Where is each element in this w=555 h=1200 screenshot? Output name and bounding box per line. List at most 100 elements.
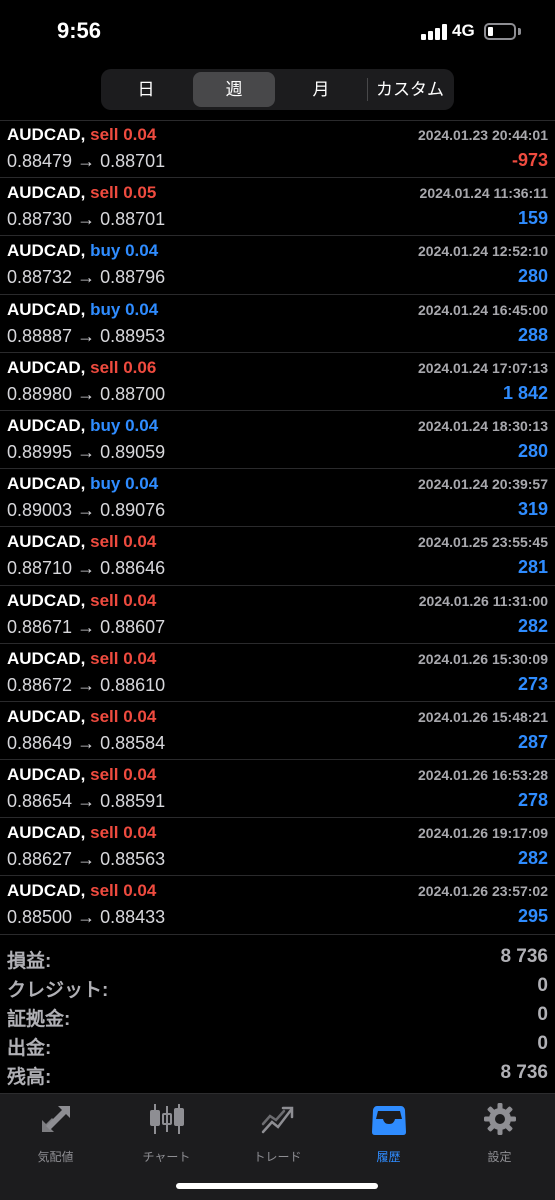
trade-header: AUDCAD, sell 0.06 <box>7 358 156 378</box>
trade-history-list: AUDCAD, sell 0.04 0.88479 → 0.88701 2024.0… <box>0 120 555 935</box>
open-price: 0.88479 <box>7 151 73 171</box>
open-price: 0.88627 <box>7 849 73 870</box>
trade-profit: 282 <box>517 615 548 636</box>
open-price: 0.88995 <box>7 441 73 462</box>
trade-row[interactable]: AUDCAD, sell 0.05 0.88730 → 0.88701 2024.0… <box>0 178 555 237</box>
close-price: 0.88796 <box>100 267 166 288</box>
trade-prices: 0.88995 → 0.89059 <box>7 442 165 463</box>
trade-row[interactable]: AUDCAD, buy 0.04 0.88995 → 0.89059 2024.01… <box>0 411 555 470</box>
tab-quotes[interactable]: 気配値 <box>0 1102 111 1164</box>
trade-prices: 0.88479 → 0.88701 <box>7 151 165 172</box>
summary-row: 損益: 8 736 <box>0 944 555 973</box>
trade-header: AUDCAD, sell 0.04 <box>7 765 156 785</box>
history-tray-icon <box>372 1106 406 1135</box>
trade-row[interactable]: AUDCAD, buy 0.04 0.88732 → 0.88796 2024.01… <box>0 236 555 295</box>
trade-side: sell 0.04 <box>90 706 157 726</box>
summary-label: 証拠金: <box>7 1009 71 1030</box>
trade-side: sell 0.04 <box>90 648 157 668</box>
close-price: 0.88607 <box>100 616 166 637</box>
battery-icon <box>484 23 516 40</box>
open-price: 0.88654 <box>7 791 73 812</box>
open-price: 0.88730 <box>7 209 73 230</box>
close-price: 0.89059 <box>100 441 166 462</box>
trade-trend-icon <box>261 1106 294 1134</box>
tab-chart-label: チャート <box>142 1150 191 1164</box>
tab-day[interactable]: 日 <box>105 72 187 107</box>
trade-time: 2024.01.24 16:45:00 <box>418 301 548 318</box>
trade-row[interactable]: AUDCAD, buy 0.04 0.88887 → 0.88953 2024.01… <box>0 295 555 353</box>
trade-side: sell 0.06 <box>90 357 157 377</box>
arrow-icon: → <box>77 849 96 870</box>
arrow-icon: → <box>77 267 96 288</box>
arrow-icon: → <box>77 674 96 695</box>
trade-prices: 0.88732 → 0.88796 <box>7 267 165 288</box>
trade-header: AUDCAD, buy 0.04 <box>7 300 158 320</box>
trade-profit: 278 <box>517 790 548 811</box>
close-price: 0.88433 <box>100 907 166 928</box>
arrow-icon: → <box>77 732 96 753</box>
summary-label: クレジット: <box>7 980 109 1001</box>
trade-time: 2024.01.23 20:44:01 <box>418 127 548 143</box>
trade-row[interactable]: AUDCAD, sell 0.04 0.88671 → 0.88607 2024.0… <box>0 586 555 644</box>
status-time: 9:56 <box>57 18 102 43</box>
summary-row: 出金: 0 <box>0 1031 555 1060</box>
period-segmented-control: 日 週 月 カスタム <box>101 69 454 110</box>
battery-cap <box>518 28 521 35</box>
trade-side: sell 0.04 <box>90 765 157 785</box>
account-summary: 損益: 8 736 クレジット: 0 証拠金: 0 出金: 0 残高: 8 736 <box>0 944 555 1089</box>
home-indicator[interactable] <box>176 1183 378 1189</box>
close-price: 0.88701 <box>100 209 166 230</box>
trade-symbol: AUDCAD, <box>7 532 86 552</box>
tab-settings[interactable]: 設定 <box>444 1102 555 1164</box>
arrow-icon: → <box>77 209 96 230</box>
open-price: 0.88980 <box>7 383 73 404</box>
trade-header: AUDCAD, sell 0.04 <box>7 823 156 843</box>
trade-time: 2024.01.24 20:39:57 <box>418 476 548 493</box>
summary-value: 0 <box>537 975 548 996</box>
trade-side: buy 0.04 <box>90 415 159 435</box>
tab-trade[interactable]: トレード <box>222 1102 333 1164</box>
tab-custom[interactable]: カスタム <box>369 72 451 107</box>
trade-profit: 159 <box>517 208 548 229</box>
trade-row[interactable]: AUDCAD, sell 0.04 0.88672 → 0.88610 2024.0… <box>0 644 555 702</box>
trade-row[interactable]: AUDCAD, sell 0.04 0.88627 → 0.88563 2024.0… <box>0 818 555 877</box>
trade-profit: 280 <box>517 266 548 287</box>
trade-prices: 0.89003 → 0.89076 <box>7 500 165 521</box>
status-bar: 9:56 4G <box>0 0 555 62</box>
trade-row[interactable]: AUDCAD, sell 0.04 0.88654 → 0.88591 2024.0… <box>0 760 555 819</box>
trade-profit: -973 <box>511 150 548 170</box>
trade-side: sell 0.04 <box>90 125 157 144</box>
open-price: 0.89003 <box>7 500 73 521</box>
close-price: 0.88953 <box>100 325 166 346</box>
tab-week[interactable]: 週 <box>193 72 275 107</box>
trade-profit: 1 842 <box>502 382 548 403</box>
summary-label: 残高: <box>7 1067 52 1088</box>
trade-side: sell 0.05 <box>90 183 157 203</box>
trade-header: AUDCAD, sell 0.04 <box>7 591 156 611</box>
trade-row[interactable]: AUDCAD, sell 0.04 0.88479 → 0.88701 2024.0… <box>0 120 555 179</box>
trade-prices: 0.88671 → 0.88607 <box>7 617 165 638</box>
trade-prices: 0.88980 → 0.88700 <box>7 384 165 405</box>
summary-value: 0 <box>537 1004 548 1025</box>
trade-row[interactable]: AUDCAD, sell 0.04 0.88500 → 0.88433 2024.0… <box>0 876 555 935</box>
trade-profit: 287 <box>517 731 548 752</box>
trade-row[interactable]: AUDCAD, sell 0.06 0.88980 → 0.88700 2024.0… <box>0 353 555 411</box>
tab-quotes-label: 気配値 <box>37 1150 74 1164</box>
tab-month[interactable]: 月 <box>280 72 362 107</box>
tab-history[interactable]: 履歴 <box>333 1102 444 1164</box>
trade-row[interactable]: AUDCAD, sell 0.04 0.88710 → 0.88646 2024.0… <box>0 527 555 586</box>
trade-side: sell 0.04 <box>90 823 157 843</box>
trade-symbol: AUDCAD, <box>7 881 86 901</box>
tab-chart[interactable]: チャート <box>111 1102 222 1164</box>
close-price: 0.88701 <box>100 151 166 171</box>
quotes-arrows-icon <box>42 1106 70 1132</box>
tab-trade-label: トレード <box>253 1150 302 1164</box>
summary-row: 証拠金: 0 <box>0 1002 555 1031</box>
close-price: 0.88563 <box>100 849 166 870</box>
trade-row[interactable]: AUDCAD, sell 0.04 0.88649 → 0.88584 2024.0… <box>0 702 555 761</box>
trade-profit: 288 <box>517 324 548 345</box>
arrow-icon: → <box>77 500 96 521</box>
trade-row[interactable]: AUDCAD, buy 0.04 0.89003 → 0.89076 2024.01… <box>0 469 555 528</box>
candlestick-chart-icon <box>150 1104 184 1134</box>
trade-prices: 0.88730 → 0.88701 <box>7 209 165 230</box>
